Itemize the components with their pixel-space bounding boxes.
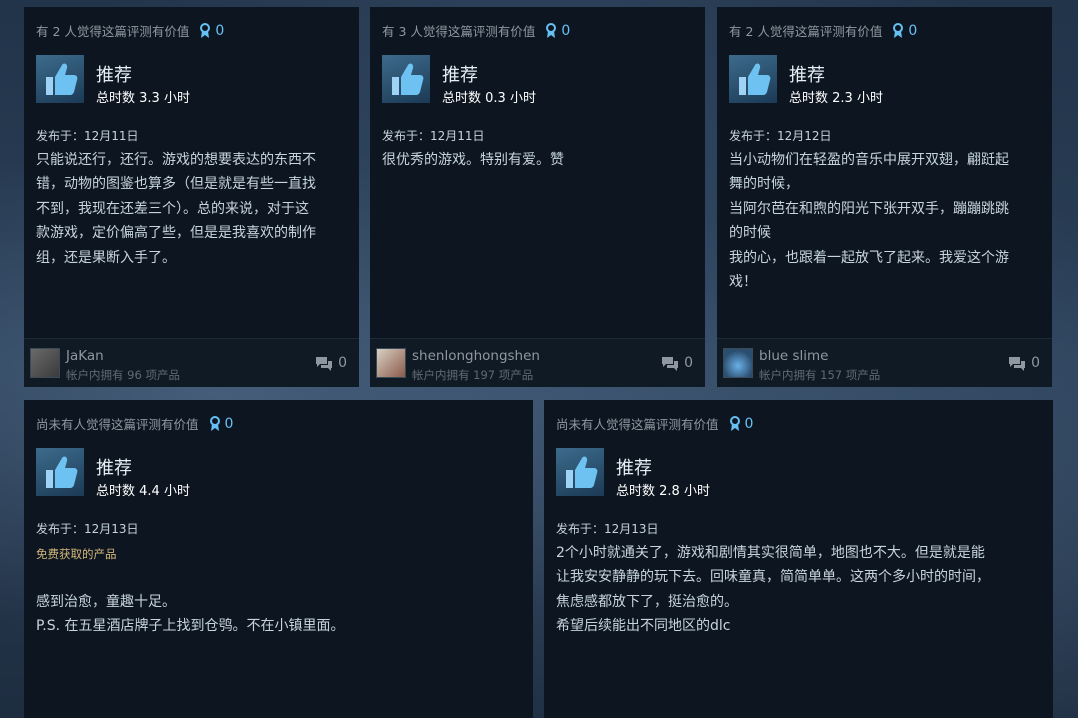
review-body: 很优秀的游戏。特别有爱。赞 xyxy=(382,152,564,168)
thumbs-up-icon xyxy=(556,448,604,496)
recommendation-title[interactable]: 推荐 xyxy=(616,454,652,480)
username-link[interactable]: blue slime xyxy=(759,348,828,364)
recommendation-title[interactable]: 推荐 xyxy=(96,454,132,480)
review-card: 有 3 人觉得这篇评测有价值 0 推荐 总时数 0.3 小时 发布于：12月11… xyxy=(370,7,705,387)
avatar[interactable] xyxy=(30,348,60,378)
comment-icon xyxy=(662,357,679,371)
award-count: 0 xyxy=(561,22,571,39)
posted-date: 发布于：12月11日 xyxy=(382,129,485,143)
posted-date: 发布于：12月13日 xyxy=(556,522,659,536)
helpful-text: 有 2 人觉得这篇评测有价值 xyxy=(36,24,190,39)
recommendation-title[interactable]: 推荐 xyxy=(789,61,825,87)
playtime-hours: 总时数 0.3 小时 xyxy=(442,91,536,106)
award-count: 0 xyxy=(215,22,225,39)
review-card: 尚未有人觉得这篇评测有价值 0 推荐 总时数 4.4 小时 发布于：12月13日… xyxy=(24,400,533,718)
avatar[interactable] xyxy=(376,348,406,378)
thumbs-up-icon xyxy=(36,448,84,496)
review-body: 感到治愈，童趣十足。 P.S. 在五星酒店牌子上找到仓鸮。不在小镇里面。 xyxy=(36,594,345,635)
review-card: 有 2 人觉得这篇评测有价值 0 推荐 总时数 3.3 小时 发布于：12月11… xyxy=(24,7,359,387)
review-body: 当小动物们在轻盈的音乐中展开双翅，翩跹起 舞的时候， 当阿尔芭在和煦的阳光下张开… xyxy=(729,152,1009,291)
helpful-count: 有 2 人觉得这篇评测有价值 0 xyxy=(36,21,224,40)
comments-button[interactable]: 0 xyxy=(1008,355,1040,371)
helpful-count: 尚未有人觉得这篇评测有价值 0 xyxy=(556,414,753,433)
award-count: 0 xyxy=(744,415,754,432)
helpful-text: 有 2 人觉得这篇评测有价值 xyxy=(729,24,883,39)
award-button[interactable]: 0 xyxy=(199,22,225,39)
review-body: 2个小时就通关了，游戏和剧情其实很简单，地图也不大。但是就是能 让我安安静静的玩… xyxy=(556,545,990,635)
free-product-label: 免费获取的产品 xyxy=(36,547,117,561)
review-footer: shenlonghongshen 帐户内拥有 197 项产品 0 xyxy=(370,338,705,387)
award-icon xyxy=(893,22,904,38)
owned-products: 帐户内拥有 197 项产品 xyxy=(412,368,534,382)
comments-button[interactable]: 0 xyxy=(661,355,693,371)
comment-icon xyxy=(316,357,333,371)
award-button[interactable]: 0 xyxy=(892,22,918,39)
avatar[interactable] xyxy=(723,348,753,378)
username-link[interactable]: shenlonghongshen xyxy=(412,348,540,364)
playtime-hours: 总时数 2.3 小时 xyxy=(789,91,883,106)
comment-count: 0 xyxy=(684,355,693,371)
award-count: 0 xyxy=(224,415,234,432)
award-icon xyxy=(200,22,211,38)
award-icon xyxy=(729,415,740,431)
award-button[interactable]: 0 xyxy=(545,22,571,39)
posted-date: 发布于：12月13日 xyxy=(36,522,139,536)
thumbs-up-icon xyxy=(729,55,777,103)
playtime-hours: 总时数 3.3 小时 xyxy=(96,91,190,106)
helpful-count: 有 3 人觉得这篇评测有价值 0 xyxy=(382,21,570,40)
comment-icon xyxy=(1009,357,1026,371)
thumbs-up-icon xyxy=(382,55,430,103)
comments-button[interactable]: 0 xyxy=(315,355,347,371)
posted-date: 发布于：12月11日 xyxy=(36,129,139,143)
helpful-count: 有 2 人觉得这篇评测有价值 0 xyxy=(729,21,917,40)
award-button[interactable]: 0 xyxy=(729,415,754,432)
thumbs-up-icon xyxy=(36,55,84,103)
playtime-hours: 总时数 4.4 小时 xyxy=(96,484,190,499)
helpful-text: 尚未有人觉得这篇评测有价值 xyxy=(36,417,199,432)
review-card: 尚未有人觉得这篇评测有价值 0 推荐 总时数 2.8 小时 发布于：12月13日… xyxy=(544,400,1053,718)
review-footer: JaKan 帐户内拥有 96 项产品 0 xyxy=(24,338,359,387)
award-button[interactable]: 0 xyxy=(209,415,234,432)
owned-products: 帐户内拥有 157 项产品 xyxy=(759,368,881,382)
recommendation-title[interactable]: 推荐 xyxy=(442,61,478,87)
review-card: 有 2 人觉得这篇评测有价值 0 推荐 总时数 2.3 小时 发布于：12月12… xyxy=(717,7,1052,387)
playtime-hours: 总时数 2.8 小时 xyxy=(616,484,710,499)
owned-products: 帐户内拥有 96 项产品 xyxy=(66,368,180,382)
award-icon xyxy=(209,415,220,431)
helpful-text: 尚未有人觉得这篇评测有价值 xyxy=(556,417,719,432)
award-count: 0 xyxy=(908,22,918,39)
comment-count: 0 xyxy=(338,355,347,371)
helpful-count: 尚未有人觉得这篇评测有价值 0 xyxy=(36,414,233,433)
recommendation-title[interactable]: 推荐 xyxy=(96,61,132,87)
posted-date: 发布于：12月12日 xyxy=(729,129,832,143)
review-body: 只能说还行，还行。游戏的想要表达的东西不 错，动物的图鉴也算多（但是就是有些一直… xyxy=(36,152,316,266)
award-icon xyxy=(546,22,557,38)
helpful-text: 有 3 人觉得这篇评测有价值 xyxy=(382,24,536,39)
username-link[interactable]: JaKan xyxy=(66,348,104,364)
review-footer: blue slime 帐户内拥有 157 项产品 0 xyxy=(717,338,1052,387)
comment-count: 0 xyxy=(1031,355,1040,371)
